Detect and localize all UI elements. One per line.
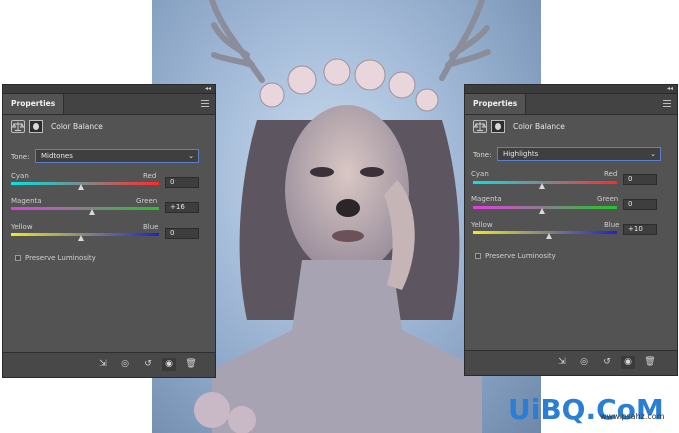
- panel-menu-icon[interactable]: [201, 100, 209, 107]
- view-previous-icon[interactable]: ◎: [577, 356, 591, 369]
- slider-right-label: Green: [136, 197, 158, 205]
- tone-dropdown[interactable]: Highlights ⌄: [497, 147, 661, 161]
- panel-topbar: ◂◂: [3, 85, 215, 94]
- tone-value: Highlights: [503, 150, 539, 158]
- adjustment-title: Color Balance: [51, 122, 103, 131]
- clip-to-layer-icon[interactable]: ⇲: [555, 356, 569, 369]
- yellow-blue-value-field[interactable]: +10: [623, 224, 657, 235]
- properties-panel-right: ◂◂ Properties Color Balance Tone: Highli…: [464, 84, 678, 376]
- reset-icon[interactable]: ↺: [600, 356, 614, 369]
- yellow-blue-slider-thumb[interactable]: [78, 235, 84, 241]
- tone-label: Tone:: [473, 151, 492, 159]
- reset-icon[interactable]: ↺: [141, 358, 155, 371]
- preserve-luminosity-checkbox[interactable]: [475, 253, 481, 259]
- slider-right-label: Red: [604, 170, 618, 178]
- tone-dropdown[interactable]: Midtones ⌄: [35, 149, 199, 163]
- preserve-luminosity-label: Preserve Luminosity: [485, 252, 556, 260]
- chevron-down-icon: ⌄: [650, 150, 656, 158]
- tone-label: Tone:: [11, 153, 30, 161]
- trash-icon[interactable]: 🗑: [184, 358, 198, 371]
- panel-footer: ⇲ ◎ ↺ ◉ 🗑: [465, 350, 677, 375]
- clip-to-layer-icon[interactable]: ⇲: [96, 358, 110, 371]
- magenta-green-value-field[interactable]: 0: [623, 199, 657, 210]
- cyan-red-value-field[interactable]: 0: [165, 177, 199, 188]
- layer-mask-icon[interactable]: [29, 120, 43, 133]
- color-balance-icon: [473, 120, 487, 133]
- color-balance-icon: [11, 120, 25, 133]
- magenta-green-slider-track[interactable]: [11, 207, 159, 210]
- watermark-brand: UiBQ.CoM: [508, 393, 664, 426]
- slider-left-label: Magenta: [471, 195, 502, 203]
- yellow-blue-value-field[interactable]: 0: [165, 228, 199, 239]
- properties-panel-left: ◂◂ Properties Color Balance Tone: Midton…: [2, 84, 216, 378]
- cyan-red-slider-track[interactable]: [473, 181, 617, 184]
- magenta-green-slider-track[interactable]: [473, 206, 617, 209]
- view-previous-icon[interactable]: ◎: [118, 358, 132, 371]
- cyan-red-slider-thumb[interactable]: [539, 183, 545, 189]
- yellow-blue-slider-thumb[interactable]: [546, 233, 552, 239]
- adjustment-header: Color Balance: [465, 115, 677, 139]
- visibility-eye-icon[interactable]: ◉: [162, 358, 176, 371]
- slider-right-label: Blue: [143, 223, 159, 231]
- slider-left-label: Magenta: [11, 197, 42, 205]
- tab-properties[interactable]: Properties: [465, 94, 527, 114]
- trash-icon[interactable]: 🗑: [643, 356, 657, 369]
- yellow-blue-slider-track[interactable]: [11, 233, 159, 236]
- panel-tabbar: Properties: [465, 94, 677, 115]
- slider-left-label: Cyan: [11, 172, 29, 180]
- panel-tabbar: Properties: [3, 94, 215, 115]
- collapse-icon[interactable]: ◂◂: [205, 85, 211, 93]
- cyan-red-slider-thumb[interactable]: [78, 184, 84, 190]
- magenta-green-value-field[interactable]: +16: [165, 202, 199, 213]
- cyan-red-value-field[interactable]: 0: [623, 174, 657, 185]
- collapse-icon[interactable]: ◂◂: [667, 85, 673, 93]
- slider-left-label: Yellow: [11, 223, 33, 231]
- panel-menu-icon[interactable]: [663, 100, 671, 107]
- slider-right-label: Green: [597, 195, 619, 203]
- slider-left-label: Cyan: [471, 170, 489, 178]
- yellow-blue-slider-track[interactable]: [473, 231, 617, 234]
- panel-topbar: ◂◂: [465, 85, 677, 94]
- magenta-green-slider-thumb[interactable]: [89, 209, 95, 215]
- adjustment-header: Color Balance: [3, 115, 215, 139]
- adjustment-title: Color Balance: [513, 122, 565, 131]
- watermark-url: www.psahz.com: [600, 412, 665, 421]
- slider-left-label: Yellow: [471, 221, 493, 229]
- slider-right-label: Red: [143, 172, 157, 180]
- slider-right-label: Blue: [604, 221, 620, 229]
- visibility-eye-icon[interactable]: ◉: [621, 356, 635, 369]
- chevron-down-icon: ⌄: [188, 152, 194, 160]
- layer-mask-icon[interactable]: [491, 120, 505, 133]
- tone-value: Midtones: [41, 152, 73, 160]
- preserve-luminosity-label: Preserve Luminosity: [25, 254, 96, 262]
- magenta-green-slider-thumb[interactable]: [539, 208, 545, 214]
- panel-footer: ⇲ ◎ ↺ ◉ 🗑: [3, 352, 215, 377]
- preserve-luminosity-checkbox[interactable]: [15, 255, 21, 261]
- cyan-red-slider-track[interactable]: [11, 182, 159, 185]
- tab-properties[interactable]: Properties: [3, 94, 65, 114]
